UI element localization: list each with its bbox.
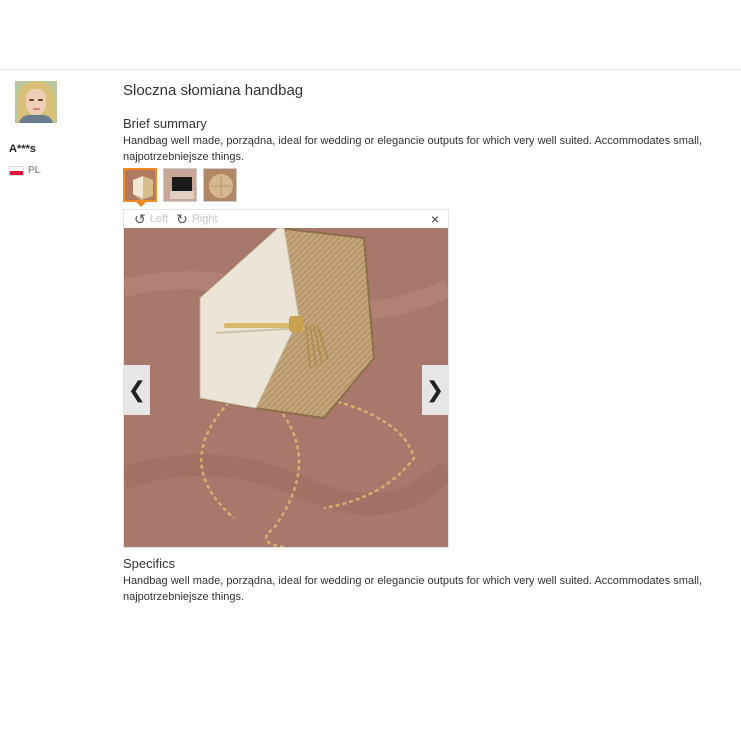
rotate-right-label: Right [191,213,218,225]
rotate-left-button[interactable]: ↺ Left [134,212,168,226]
specifics-text: Handbag well made, porządna, ideal for w… [123,575,703,603]
country-code: PL [28,165,41,176]
top-divider [0,69,741,70]
product-title: Sloczna słomiana handbag [123,82,304,99]
brief-summary-heading: Brief summary [123,116,207,131]
thumbnail-2[interactable] [163,168,197,202]
rotate-left-label: Left [149,213,169,225]
next-photo-button[interactable]: ❯ [422,365,448,415]
rotate-left-icon: ↺ [134,211,146,227]
review-photo: ❮ ❯ [124,228,448,547]
prev-photo-button[interactable]: ❮ [124,365,150,415]
reviewer-country: PL [9,165,41,176]
close-button[interactable]: × [431,211,439,227]
image-viewer: ↺ Left ↻ Right × ❮ ❯ [123,209,449,548]
avatar [15,81,57,123]
rotate-right-icon: ↻ [176,211,188,227]
brief-summary-text: Handbag well made, porządna, ideal for w… [123,135,703,163]
viewer-toolbar: ↺ Left ↻ Right × [124,210,448,228]
thumbnail-1[interactable] [123,168,157,202]
rotate-right-button[interactable]: ↻ Right [176,212,217,226]
specifics-heading: Specifics [123,556,176,571]
thumbnail-strip [123,168,237,202]
thumbnail-3[interactable] [203,168,237,202]
poland-flag-icon [9,165,24,176]
active-thumbnail-caret [136,202,146,207]
reviewer-name: A***s [9,143,36,155]
